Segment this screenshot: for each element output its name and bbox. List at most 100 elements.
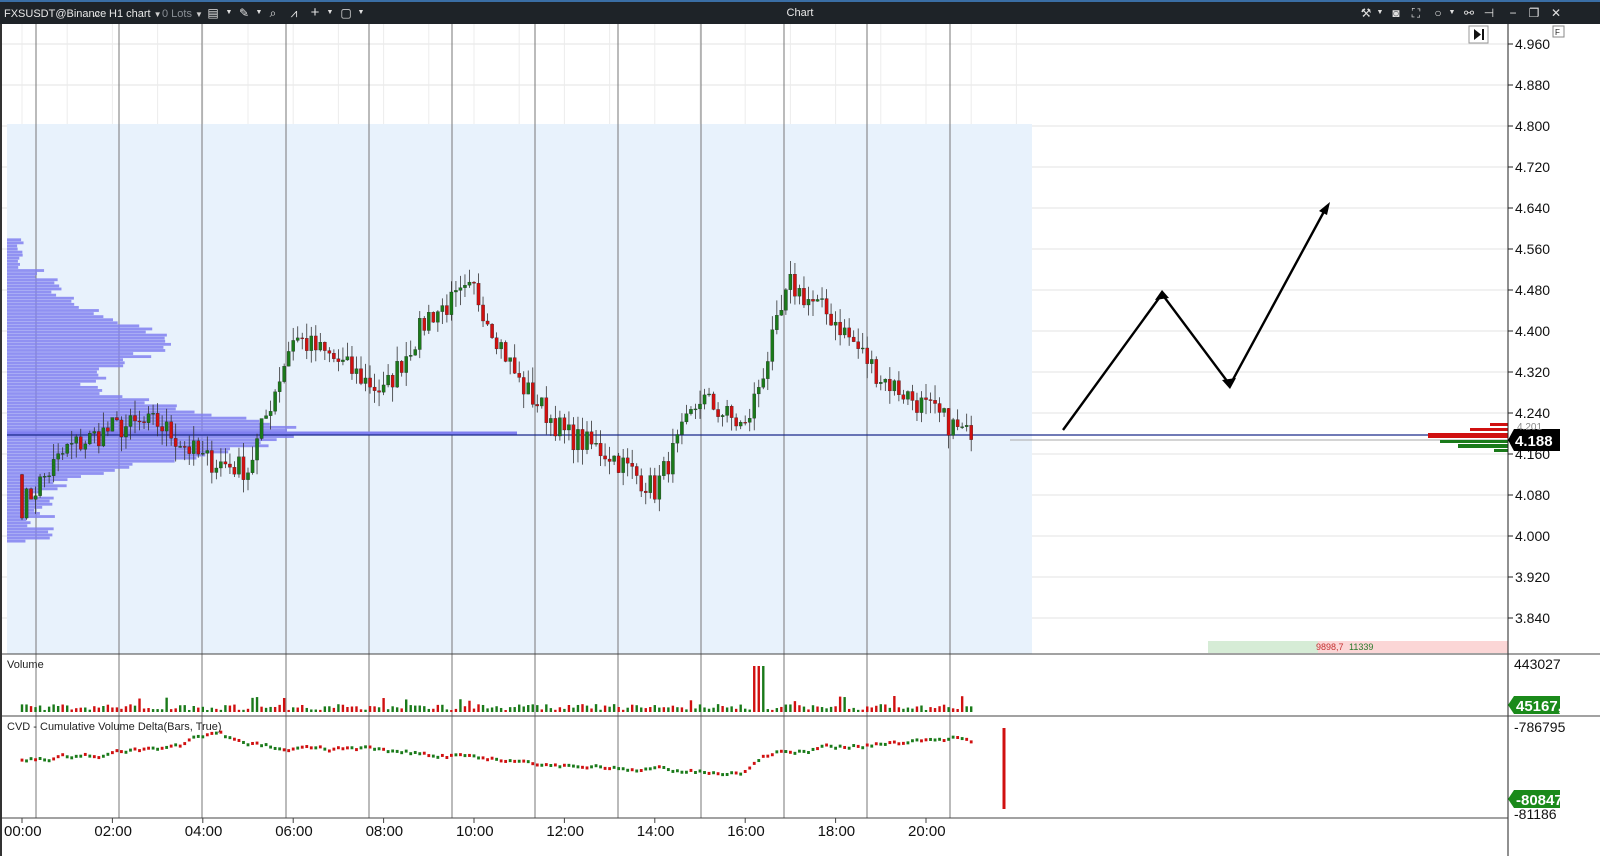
cvd-bar (608, 767, 611, 771)
cvd-bar (558, 765, 562, 769)
cvd-bar (477, 756, 480, 760)
cvd-bar (563, 763, 566, 767)
restore-icon[interactable]: ❐ (1526, 5, 1542, 21)
volume-bar (174, 708, 177, 712)
profile-bar (7, 499, 50, 503)
volume-bar (685, 709, 688, 712)
volume-bar (97, 707, 101, 712)
cvd-bar (911, 739, 914, 743)
volume-bar (273, 706, 277, 712)
cvd-bar (689, 768, 693, 772)
cvd-bar (635, 769, 639, 773)
volume-bar (522, 706, 525, 712)
price-tick-label: 4.560 (1515, 241, 1550, 257)
profile-bar (7, 284, 60, 288)
cvd-bar (115, 749, 119, 753)
volume-bar (25, 704, 28, 712)
cvd-bar (282, 748, 286, 752)
profile-bar (7, 481, 54, 485)
volume-bar (355, 706, 358, 712)
cvd-bar (196, 734, 200, 738)
pin-icon[interactable]: ⊣ (1481, 5, 1497, 21)
cvd-bar (544, 763, 548, 767)
volume-bar (594, 704, 598, 712)
cvd-bar (947, 737, 950, 741)
volume-bar (106, 704, 110, 712)
cvd-bar (337, 746, 340, 750)
cvd-bar (630, 768, 634, 772)
cvd-bar (445, 756, 449, 760)
price-tick-label: 4.320 (1515, 364, 1550, 380)
cvd-bar (739, 772, 743, 776)
volume-bar (47, 706, 51, 712)
volume-bar (956, 708, 959, 712)
price-tick-label: 4.640 (1515, 200, 1550, 216)
cvd-bar (531, 762, 535, 766)
profile-bar (7, 250, 23, 254)
volume-bar (739, 704, 742, 712)
projection-arrow[interactable] (1062, 202, 1330, 431)
cvd-bar (255, 741, 259, 745)
cvd-bar (535, 763, 539, 767)
cvd-bar (314, 746, 318, 750)
volume-bar (911, 708, 914, 712)
profile-bar (7, 469, 115, 472)
cvd-bar (481, 756, 485, 760)
volume-bar (373, 706, 376, 712)
volume-bar (857, 709, 860, 712)
volume-bar (147, 708, 150, 712)
cvd-bar (305, 745, 309, 749)
minimize-icon[interactable]: − (1505, 5, 1521, 21)
cvd-bar (97, 756, 101, 760)
volume-bar (454, 708, 458, 712)
link-icon[interactable]: ⚯ (1461, 5, 1477, 21)
volume-bar (951, 708, 955, 712)
cvd-bar (734, 771, 738, 775)
fullscreen-icon[interactable]: ⛶ (1408, 5, 1424, 21)
volume-bar (278, 704, 281, 712)
cvd-bar (101, 754, 105, 758)
volume-bar (328, 706, 331, 712)
profile-bar (7, 336, 165, 340)
chevron-down-icon[interactable]: ▼ (1444, 5, 1460, 21)
cvd-bar (648, 767, 652, 771)
candle (29, 487, 33, 500)
profile-bar (7, 407, 176, 411)
profile-bar (7, 315, 104, 319)
volume-bar (744, 708, 747, 712)
cvd-bar (436, 755, 440, 759)
volume-bar (102, 706, 105, 712)
scroll-to-realtime-button[interactable] (1468, 25, 1489, 44)
cvd-bar (847, 746, 851, 750)
cvd-bar (816, 747, 819, 751)
profile-bar (7, 259, 18, 263)
cvd-bar (757, 759, 761, 763)
volume-bar (734, 708, 738, 712)
camera-icon[interactable]: ◙ (1388, 5, 1404, 21)
profile-bar (7, 493, 33, 497)
volume-bar (725, 707, 729, 712)
volume-bar (255, 697, 259, 712)
cvd-bar (513, 759, 517, 763)
profile-bar (7, 459, 175, 463)
volume-bar (612, 704, 616, 712)
chevron-down-icon[interactable]: ▼ (1372, 5, 1388, 21)
cvd-bar (743, 769, 747, 773)
volume-bar (233, 704, 236, 712)
axis-settings-button[interactable]: F (1552, 25, 1565, 38)
volume-bar (481, 704, 485, 712)
volume-bar (20, 704, 24, 712)
time-tick-label: 00:00 (4, 823, 42, 840)
volume-bar (219, 709, 223, 712)
profile-bar (7, 253, 23, 257)
time-tick-label: 08:00 (366, 823, 404, 840)
volume-bar (536, 705, 539, 712)
cvd-bar (486, 758, 489, 762)
profile-bar (7, 262, 20, 266)
price-chart[interactable]: 9898,7 11339 4.960 4.880 4.800 4.720 4.640 4.… (0, 24, 1600, 856)
time-axis[interactable]: 00:00 02:00 04:00 06:00 08:00 10:00 12:00 14:00… (4, 818, 946, 840)
volume-bar (793, 701, 797, 712)
cvd-bar (770, 753, 774, 757)
close-icon[interactable]: ✕ (1548, 5, 1564, 21)
cvd-bar (879, 742, 883, 746)
